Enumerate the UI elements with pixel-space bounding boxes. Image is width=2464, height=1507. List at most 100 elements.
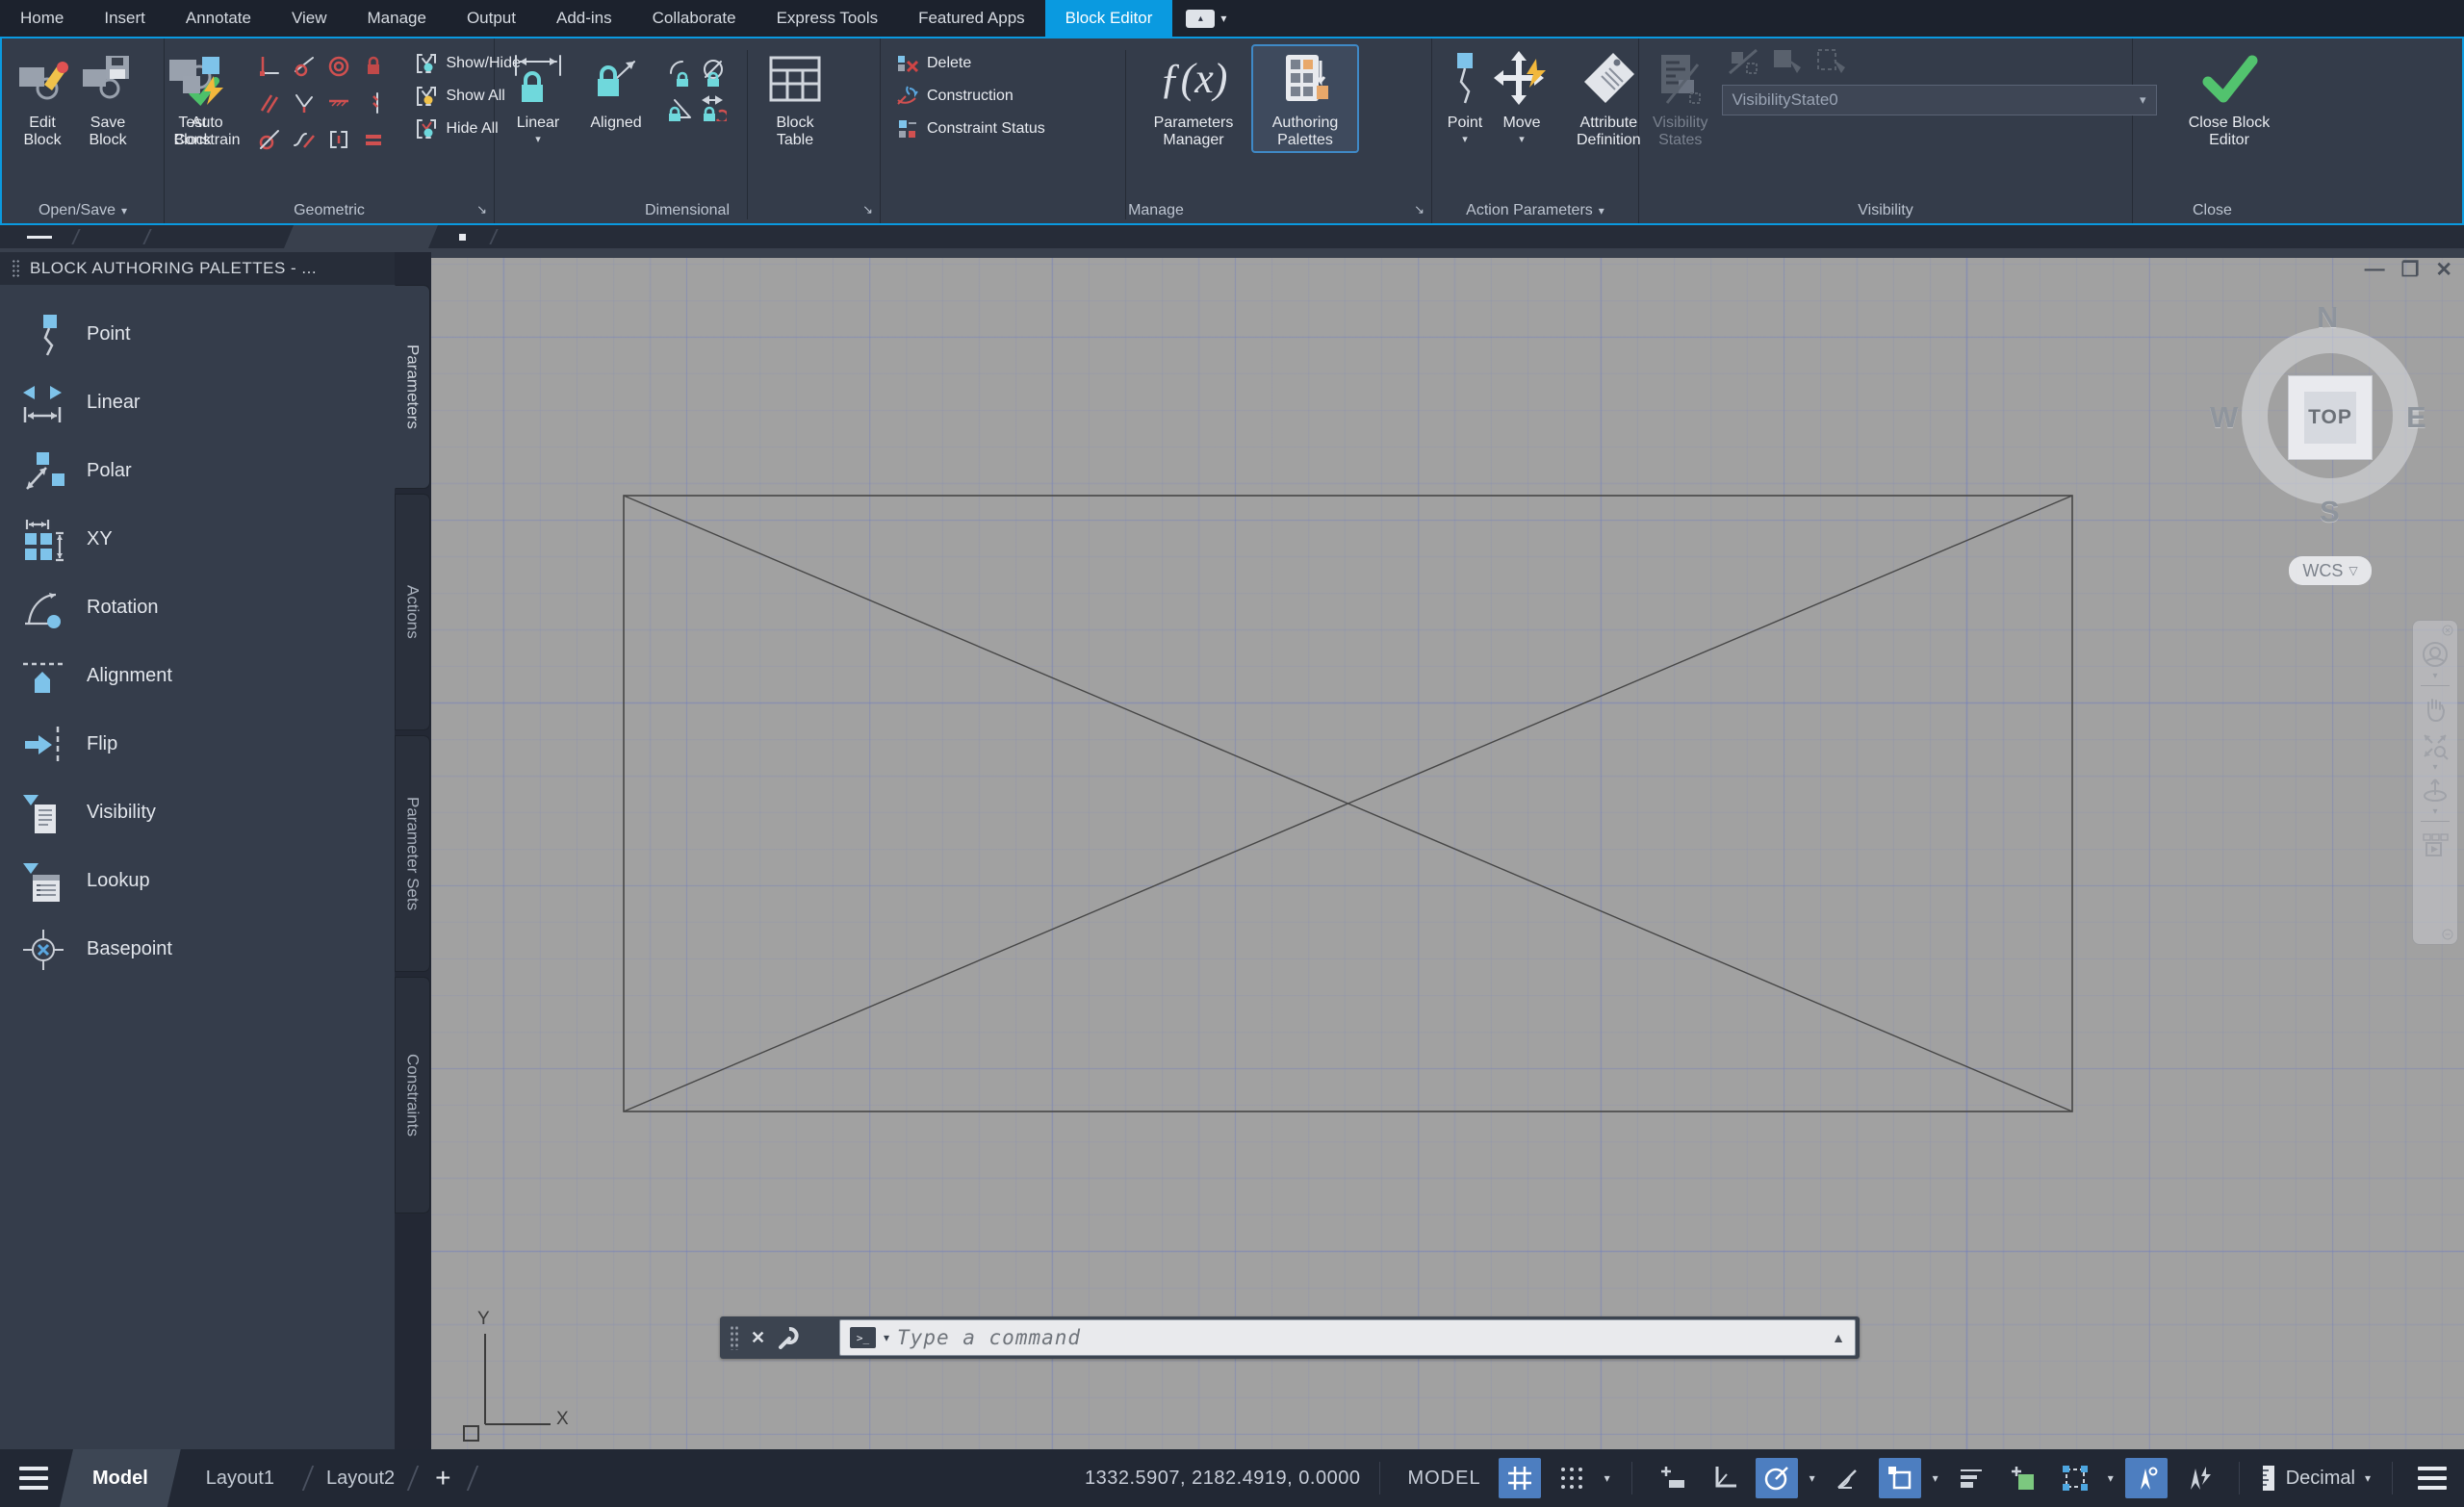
make-invisible-icon[interactable] xyxy=(1772,48,1805,77)
command-input[interactable]: >_ ▾ Type a command ▲ xyxy=(839,1319,1856,1356)
palette-tab-constraints[interactable]: Constraints xyxy=(395,977,430,1213)
viewcube-east[interactable]: E xyxy=(2406,400,2426,435)
radial-update-constraint-icon[interactable] xyxy=(700,94,727,126)
collinear-constraint-icon[interactable] xyxy=(327,91,350,119)
autoscale-toggle[interactable] xyxy=(2177,1458,2220,1498)
palette-item-lookup[interactable]: Lookup xyxy=(0,847,395,915)
chevron-down-icon[interactable]: ▾ xyxy=(1519,134,1525,145)
drag-grip-icon[interactable] xyxy=(730,1325,739,1350)
menu-output[interactable]: Output xyxy=(447,0,536,37)
symmetric-constraint-icon[interactable] xyxy=(362,91,385,119)
viewcube-south[interactable]: S xyxy=(2320,495,2340,529)
zoom-extents-icon[interactable] xyxy=(2421,731,2450,760)
menu-insert[interactable]: Insert xyxy=(84,0,166,37)
palette-item-linear[interactable]: Linear xyxy=(0,369,395,437)
move-action-button[interactable]: Move ▾ xyxy=(1490,46,1553,147)
linear-dimension-button[interactable]: Linear ▾ xyxy=(504,46,572,147)
pan-hand-icon[interactable] xyxy=(2421,695,2450,724)
customization-icon[interactable] xyxy=(2412,1449,2451,1507)
command-prompt-icon[interactable]: >_ xyxy=(850,1327,876,1348)
tab-layout2[interactable]: Layout2 xyxy=(317,1449,404,1507)
palette-tab-actions[interactable]: Actions xyxy=(395,494,430,730)
orbit-icon[interactable] xyxy=(2421,776,2450,805)
isometric-drafting-toggle[interactable] xyxy=(1827,1458,1869,1498)
point-parameter-button[interactable]: Point ▾ xyxy=(1442,46,1488,147)
navbar-close-icon[interactable] xyxy=(2442,625,2453,636)
concentric-constraint-icon[interactable] xyxy=(327,55,350,83)
menu-add-ins[interactable]: Add-ins xyxy=(536,0,632,37)
grid-display-toggle[interactable] xyxy=(1499,1458,1541,1498)
viewcube-top-face[interactable]: TOP xyxy=(2288,375,2373,460)
coincident-constraint-icon[interactable] xyxy=(258,128,281,156)
tangent-constraint-icon[interactable] xyxy=(293,55,316,83)
auto-constrain-button[interactable]: Auto Constrain xyxy=(170,46,244,151)
chevron-down-icon[interactable]: ▾ xyxy=(1604,1471,1610,1485)
menu-annotate[interactable]: Annotate xyxy=(166,0,271,37)
attribute-definition-button[interactable]: Attribute Definition xyxy=(1573,46,1645,151)
units-select[interactable]: Decimal ▾ xyxy=(2259,1464,2373,1493)
annotation-scale-toggle[interactable] xyxy=(2002,1458,2044,1498)
visibility-state-select[interactable]: VisibilityState0 ▾ xyxy=(1722,85,2157,115)
palette-item-point[interactable]: Point xyxy=(0,300,395,369)
angular-constraint-icon[interactable] xyxy=(667,60,694,91)
start-tab-indicator[interactable] xyxy=(27,236,52,239)
palette-tab-parameter-sets[interactable]: Parameter Sets xyxy=(395,735,430,972)
menu-featured-apps[interactable]: Featured Apps xyxy=(898,0,1045,37)
palette-item-alignment[interactable]: Alignment xyxy=(0,642,395,710)
smooth-constraint-icon[interactable] xyxy=(293,128,316,156)
polar-tracking-toggle[interactable] xyxy=(1756,1458,1798,1498)
coordinates-readout[interactable]: 1332.5907, 2182.4919, 0.0000 xyxy=(1085,1468,1360,1490)
chevron-down-icon[interactable]: ▾ xyxy=(1933,1471,1938,1485)
equal-constraint-icon[interactable] xyxy=(362,128,385,156)
parameters-manager-button[interactable]: ƒ(x) Parameters Manager xyxy=(1140,46,1247,151)
tab-layout1[interactable]: Layout1 xyxy=(181,1449,299,1507)
tab-block-editor[interactable]: Block Editor xyxy=(1045,0,1173,37)
minimize-icon[interactable]: — xyxy=(2365,258,2385,282)
visibility-mode-icon[interactable] xyxy=(1816,48,1849,77)
fix-constraint-icon[interactable] xyxy=(362,55,385,83)
panel-title-action-parameters[interactable]: Action Parameters▾ xyxy=(1432,202,1638,219)
close-block-editor-button[interactable]: Close Block Editor xyxy=(2168,46,2291,151)
active-drawing-tab[interactable] xyxy=(284,225,438,248)
diameter-constraint-icon[interactable] xyxy=(700,60,727,91)
palette-item-visibility[interactable]: Visibility xyxy=(0,779,395,847)
tab-model[interactable]: Model xyxy=(60,1449,181,1507)
palette-title-bar[interactable]: BLOCK AUTHORING PALETTES - ... xyxy=(0,252,395,285)
palette-tab-parameters[interactable]: Parameters xyxy=(395,285,430,489)
new-layout-button[interactable]: + xyxy=(422,1463,464,1494)
parallel-constraint-icon[interactable] xyxy=(258,91,281,119)
ribbon-display-toggle[interactable]: ▴ ▾ xyxy=(1172,0,1240,37)
annotation-visibility-toggle[interactable] xyxy=(2125,1458,2168,1498)
command-history-icon[interactable]: ▲ xyxy=(1832,1330,1845,1345)
close-icon[interactable]: ✕ xyxy=(751,1328,765,1348)
block-table-button[interactable]: Block Table xyxy=(761,46,829,151)
chevron-down-icon[interactable]: ▾ xyxy=(535,134,541,145)
chevron-down-icon[interactable]: ▾ xyxy=(2432,808,2437,816)
geometric-expand-icon[interactable]: ↘ xyxy=(476,202,487,217)
panel-title-open-save[interactable]: Open/Save▾ xyxy=(2,202,164,219)
layout-menu-icon[interactable] xyxy=(0,1449,60,1507)
perpendicular-constraint-icon[interactable] xyxy=(258,55,281,83)
viewcube-north[interactable]: N xyxy=(2317,300,2338,335)
palette-item-flip[interactable]: Flip xyxy=(0,710,395,779)
delete-constraints-button[interactable]: Delete xyxy=(896,50,1112,76)
visibility-states-button[interactable]: Visibility States xyxy=(1649,46,1712,151)
restore-icon[interactable]: ❐ xyxy=(2401,258,2420,282)
angle-constraint-icon[interactable] xyxy=(667,94,694,126)
construction-geometry-button[interactable]: Construction xyxy=(896,83,1112,109)
make-visible-icon[interactable] xyxy=(1728,48,1760,77)
steering-wheel-icon[interactable] xyxy=(2421,640,2450,669)
chevron-down-icon[interactable]: ▾ xyxy=(1220,12,1226,25)
wcs-menu[interactable]: WCS ▽ xyxy=(2289,556,2372,585)
palette-item-xy[interactable]: XY xyxy=(0,505,395,574)
authoring-palettes-button[interactable]: Authoring Palettes xyxy=(1253,46,1357,151)
chevron-down-icon[interactable]: ▾ xyxy=(2432,673,2437,680)
edit-block-button[interactable]: Edit Block xyxy=(12,46,73,151)
bracket-constraint-icon[interactable] xyxy=(327,128,350,156)
drag-grip-icon[interactable] xyxy=(12,259,20,278)
menu-home[interactable]: Home xyxy=(0,0,84,37)
close-icon[interactable]: ✕ xyxy=(2435,258,2452,282)
palette-item-basepoint[interactable]: Basepoint xyxy=(0,915,395,983)
ortho-mode-toggle[interactable] xyxy=(1704,1458,1746,1498)
palette-item-rotation[interactable]: Rotation xyxy=(0,574,395,642)
